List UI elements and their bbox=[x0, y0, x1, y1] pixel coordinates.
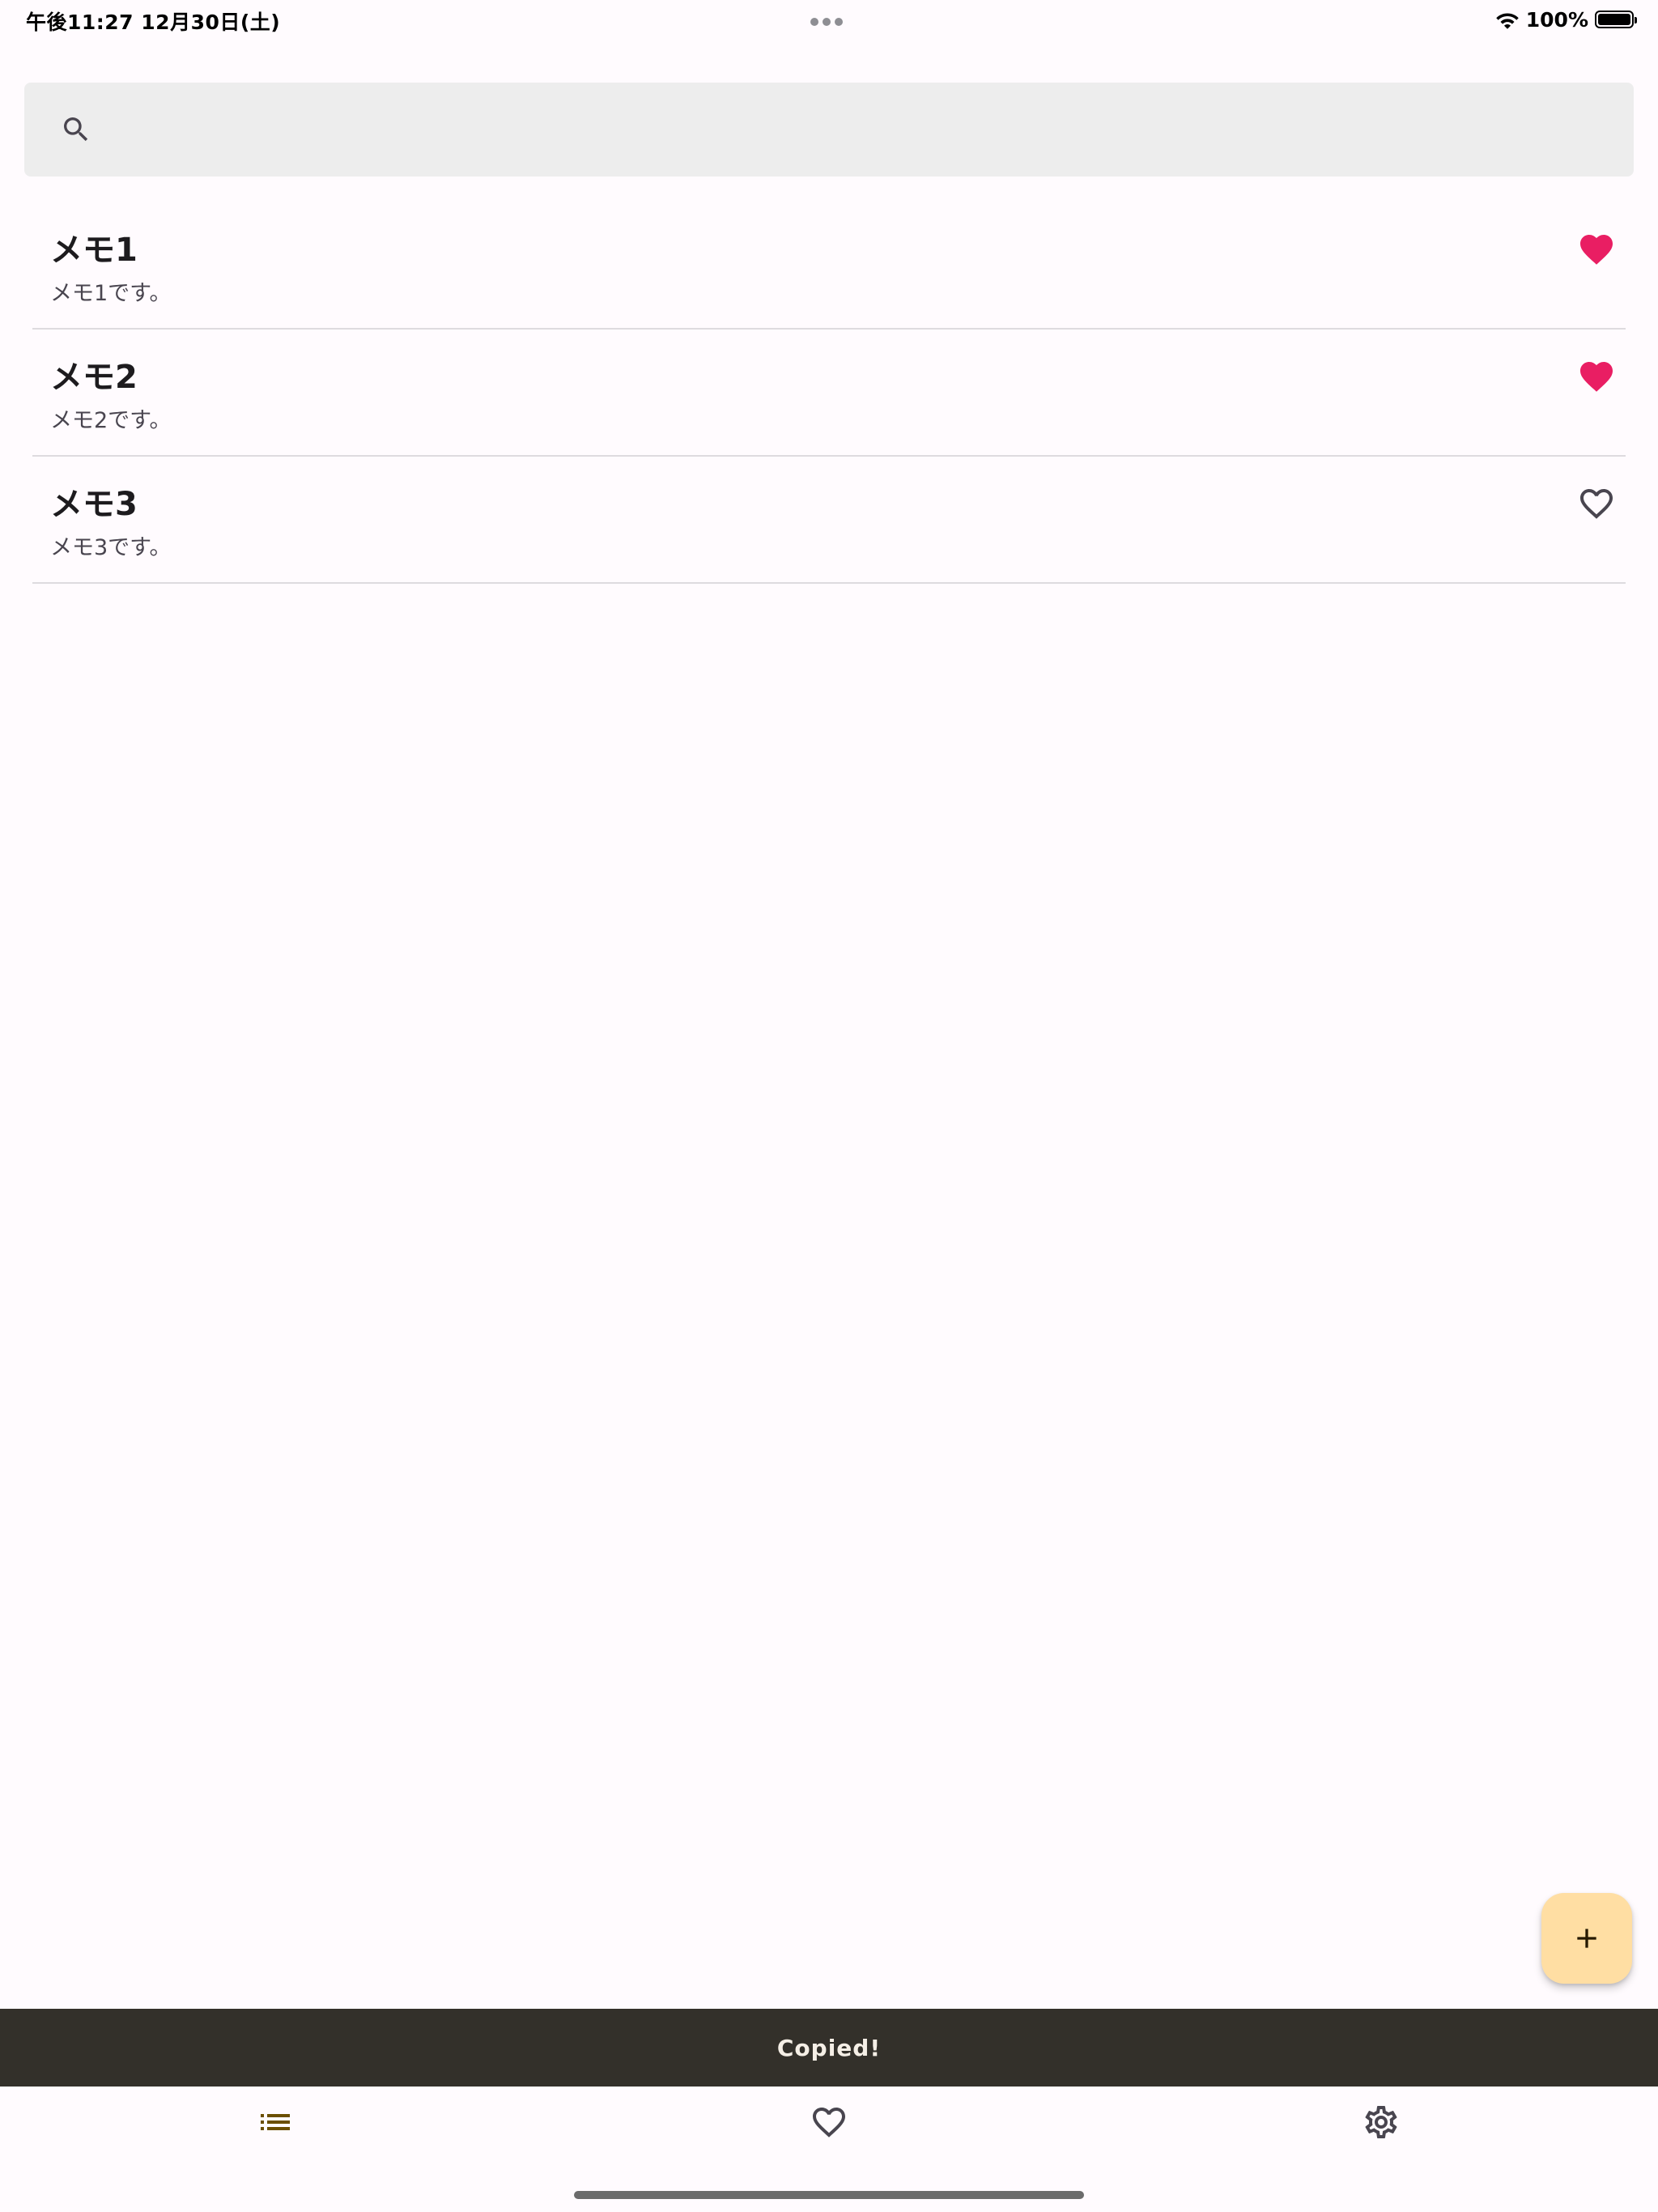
memo-title: メモ1 bbox=[50, 232, 138, 269]
battery-icon bbox=[1595, 11, 1637, 28]
status-right: 100% bbox=[1495, 6, 1637, 32]
add-memo-button[interactable] bbox=[1541, 1893, 1632, 1984]
heart-outline-icon[interactable] bbox=[810, 2103, 848, 2142]
status-time: 午後11:27 12月30日(土) bbox=[26, 11, 281, 34]
memo-body: メモ3です。 bbox=[50, 535, 172, 560]
snackbar: Copied! bbox=[0, 2009, 1658, 2087]
status-bar: 午後11:27 12月30日(土) 100% bbox=[0, 0, 1658, 39]
memo-title: メモ2 bbox=[50, 359, 138, 396]
wifi-icon bbox=[1496, 13, 1519, 29]
memo-body: メモ1です。 bbox=[50, 281, 172, 306]
memo-list-item[interactable]: メモ1 メモ1です。 bbox=[32, 202, 1626, 330]
search-icon bbox=[64, 117, 88, 142]
search-bar[interactable] bbox=[24, 83, 1634, 177]
gear-icon[interactable] bbox=[1362, 2103, 1401, 2142]
memo-title: メモ3 bbox=[50, 486, 138, 523]
search-input[interactable] bbox=[113, 107, 1606, 154]
heart-filled-icon[interactable] bbox=[1577, 357, 1616, 396]
add-icon bbox=[1577, 1929, 1596, 1948]
more-dots-icon[interactable] bbox=[810, 14, 848, 26]
list-icon[interactable] bbox=[256, 2103, 295, 2142]
memo-list-item[interactable]: メモ2 メモ2です。 bbox=[32, 330, 1626, 457]
memo-list-item[interactable]: メモ3 メモ3です。 bbox=[32, 457, 1626, 584]
snackbar-message: Copied! bbox=[776, 2034, 882, 2061]
memo-list: メモ1 メモ1です。 メモ2 メモ2です。 メモ3 メモ3です。 bbox=[32, 202, 1626, 584]
heart-filled-icon[interactable] bbox=[1577, 230, 1616, 269]
memo-body: メモ2です。 bbox=[50, 408, 172, 433]
battery-percentage: 100% bbox=[1525, 7, 1588, 32]
heart-outline-icon[interactable] bbox=[1577, 484, 1616, 523]
home-indicator[interactable] bbox=[574, 2191, 1084, 2199]
